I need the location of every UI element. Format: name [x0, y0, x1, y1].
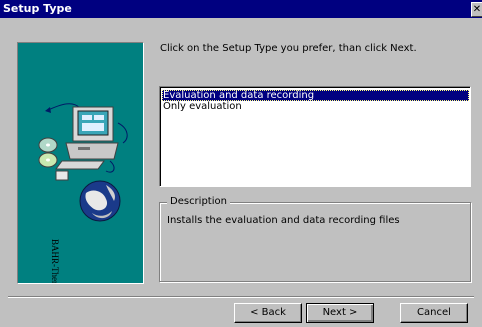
description-legend: Description — [167, 196, 230, 208]
next-button[interactable]: Next > — [306, 303, 374, 323]
brand-label: BAHR-Thermoanalyse — [50, 239, 60, 284]
title-bar: Setup Type ✕ — [0, 0, 482, 18]
next-button-label: Next > — [322, 307, 358, 318]
cancel-button-label: Cancel — [417, 307, 451, 318]
back-button-label: < Back — [250, 307, 286, 318]
description-text: Installs the evaluation and data recordi… — [167, 215, 400, 226]
list-item-evaluation-and-data-recording[interactable]: Evaluation and data recording — [162, 90, 469, 101]
back-button[interactable]: < Back — [234, 303, 302, 323]
cancel-button[interactable]: Cancel — [400, 303, 468, 323]
list-item-only-evaluation[interactable]: Only evaluation — [162, 101, 469, 112]
setup-illustration-panel: BAHR-Thermoanalyse — [17, 42, 144, 284]
button-separator — [8, 296, 474, 298]
setup-type-list[interactable]: Evaluation and data recording Only evalu… — [159, 86, 471, 187]
computer-illustration — [38, 103, 128, 222]
close-button[interactable]: ✕ — [471, 2, 482, 17]
instruction-text: Click on the Setup Type you prefer, than… — [160, 43, 417, 54]
description-groupbox: Description Installs the evaluation and … — [159, 196, 471, 282]
setup-type-dialog: Setup Type ✕ BAHR-Thermoanalyse Click on… — [0, 0, 482, 327]
window-title: Setup Type — [3, 2, 72, 15]
